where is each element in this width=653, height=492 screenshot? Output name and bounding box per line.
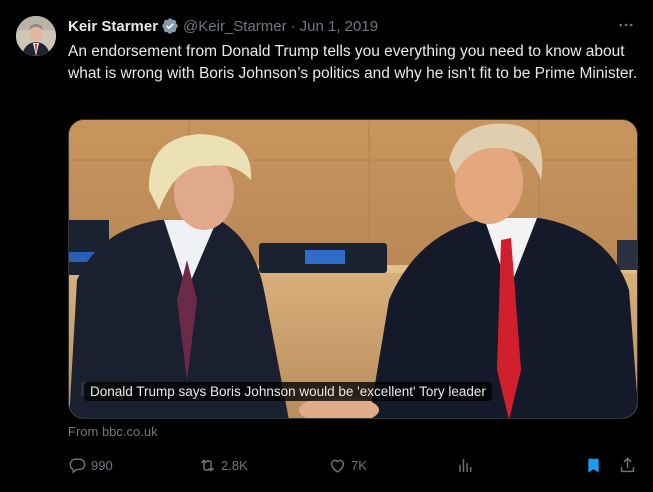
card-caption[interactable]: Donald Trump says Boris Johnson would be… [84, 382, 492, 401]
like-button[interactable]: 7K [328, 455, 367, 475]
card-image [69, 120, 637, 418]
reply-count: 990 [91, 457, 113, 473]
more-options-icon[interactable] [615, 14, 637, 36]
like-icon [330, 459, 345, 473]
action-bar: 990 2.8K 7K [68, 455, 637, 475]
reply-icon [69, 457, 86, 474]
like-count: 7K [351, 457, 367, 473]
tweet-text: An endorsement from Donald Trump tells y… [68, 43, 638, 82]
retweet-icon [201, 458, 214, 472]
bookmark-icon [588, 458, 599, 473]
verified-badge-icon [161, 17, 179, 35]
views-icon [459, 458, 472, 472]
share-button[interactable] [618, 455, 641, 475]
author-handle[interactable]: @Keir_Starmer [183, 18, 287, 35]
link-card[interactable] [68, 119, 638, 419]
author-name[interactable]: Keir Starmer [68, 18, 158, 35]
bookmark-button[interactable] [584, 455, 607, 475]
tweet[interactable]: Keir Starmer @Keir_Starmer · Jun 1, 2019… [0, 0, 653, 492]
retweet-button[interactable]: 2.8K [198, 455, 248, 475]
share-icon [620, 456, 635, 472]
separator-dot: · [290, 17, 296, 35]
tweet-date[interactable]: Jun 1, 2019 [300, 18, 378, 35]
views-button[interactable] [456, 455, 479, 475]
card-source[interactable]: From bbc.co.uk [68, 424, 158, 439]
tweet-header: Keir Starmer @Keir_Starmer · Jun 1, 2019 [68, 15, 637, 37]
avatar[interactable] [16, 16, 56, 56]
reply-button[interactable]: 990 [68, 455, 113, 475]
retweet-count: 2.8K [221, 457, 248, 473]
